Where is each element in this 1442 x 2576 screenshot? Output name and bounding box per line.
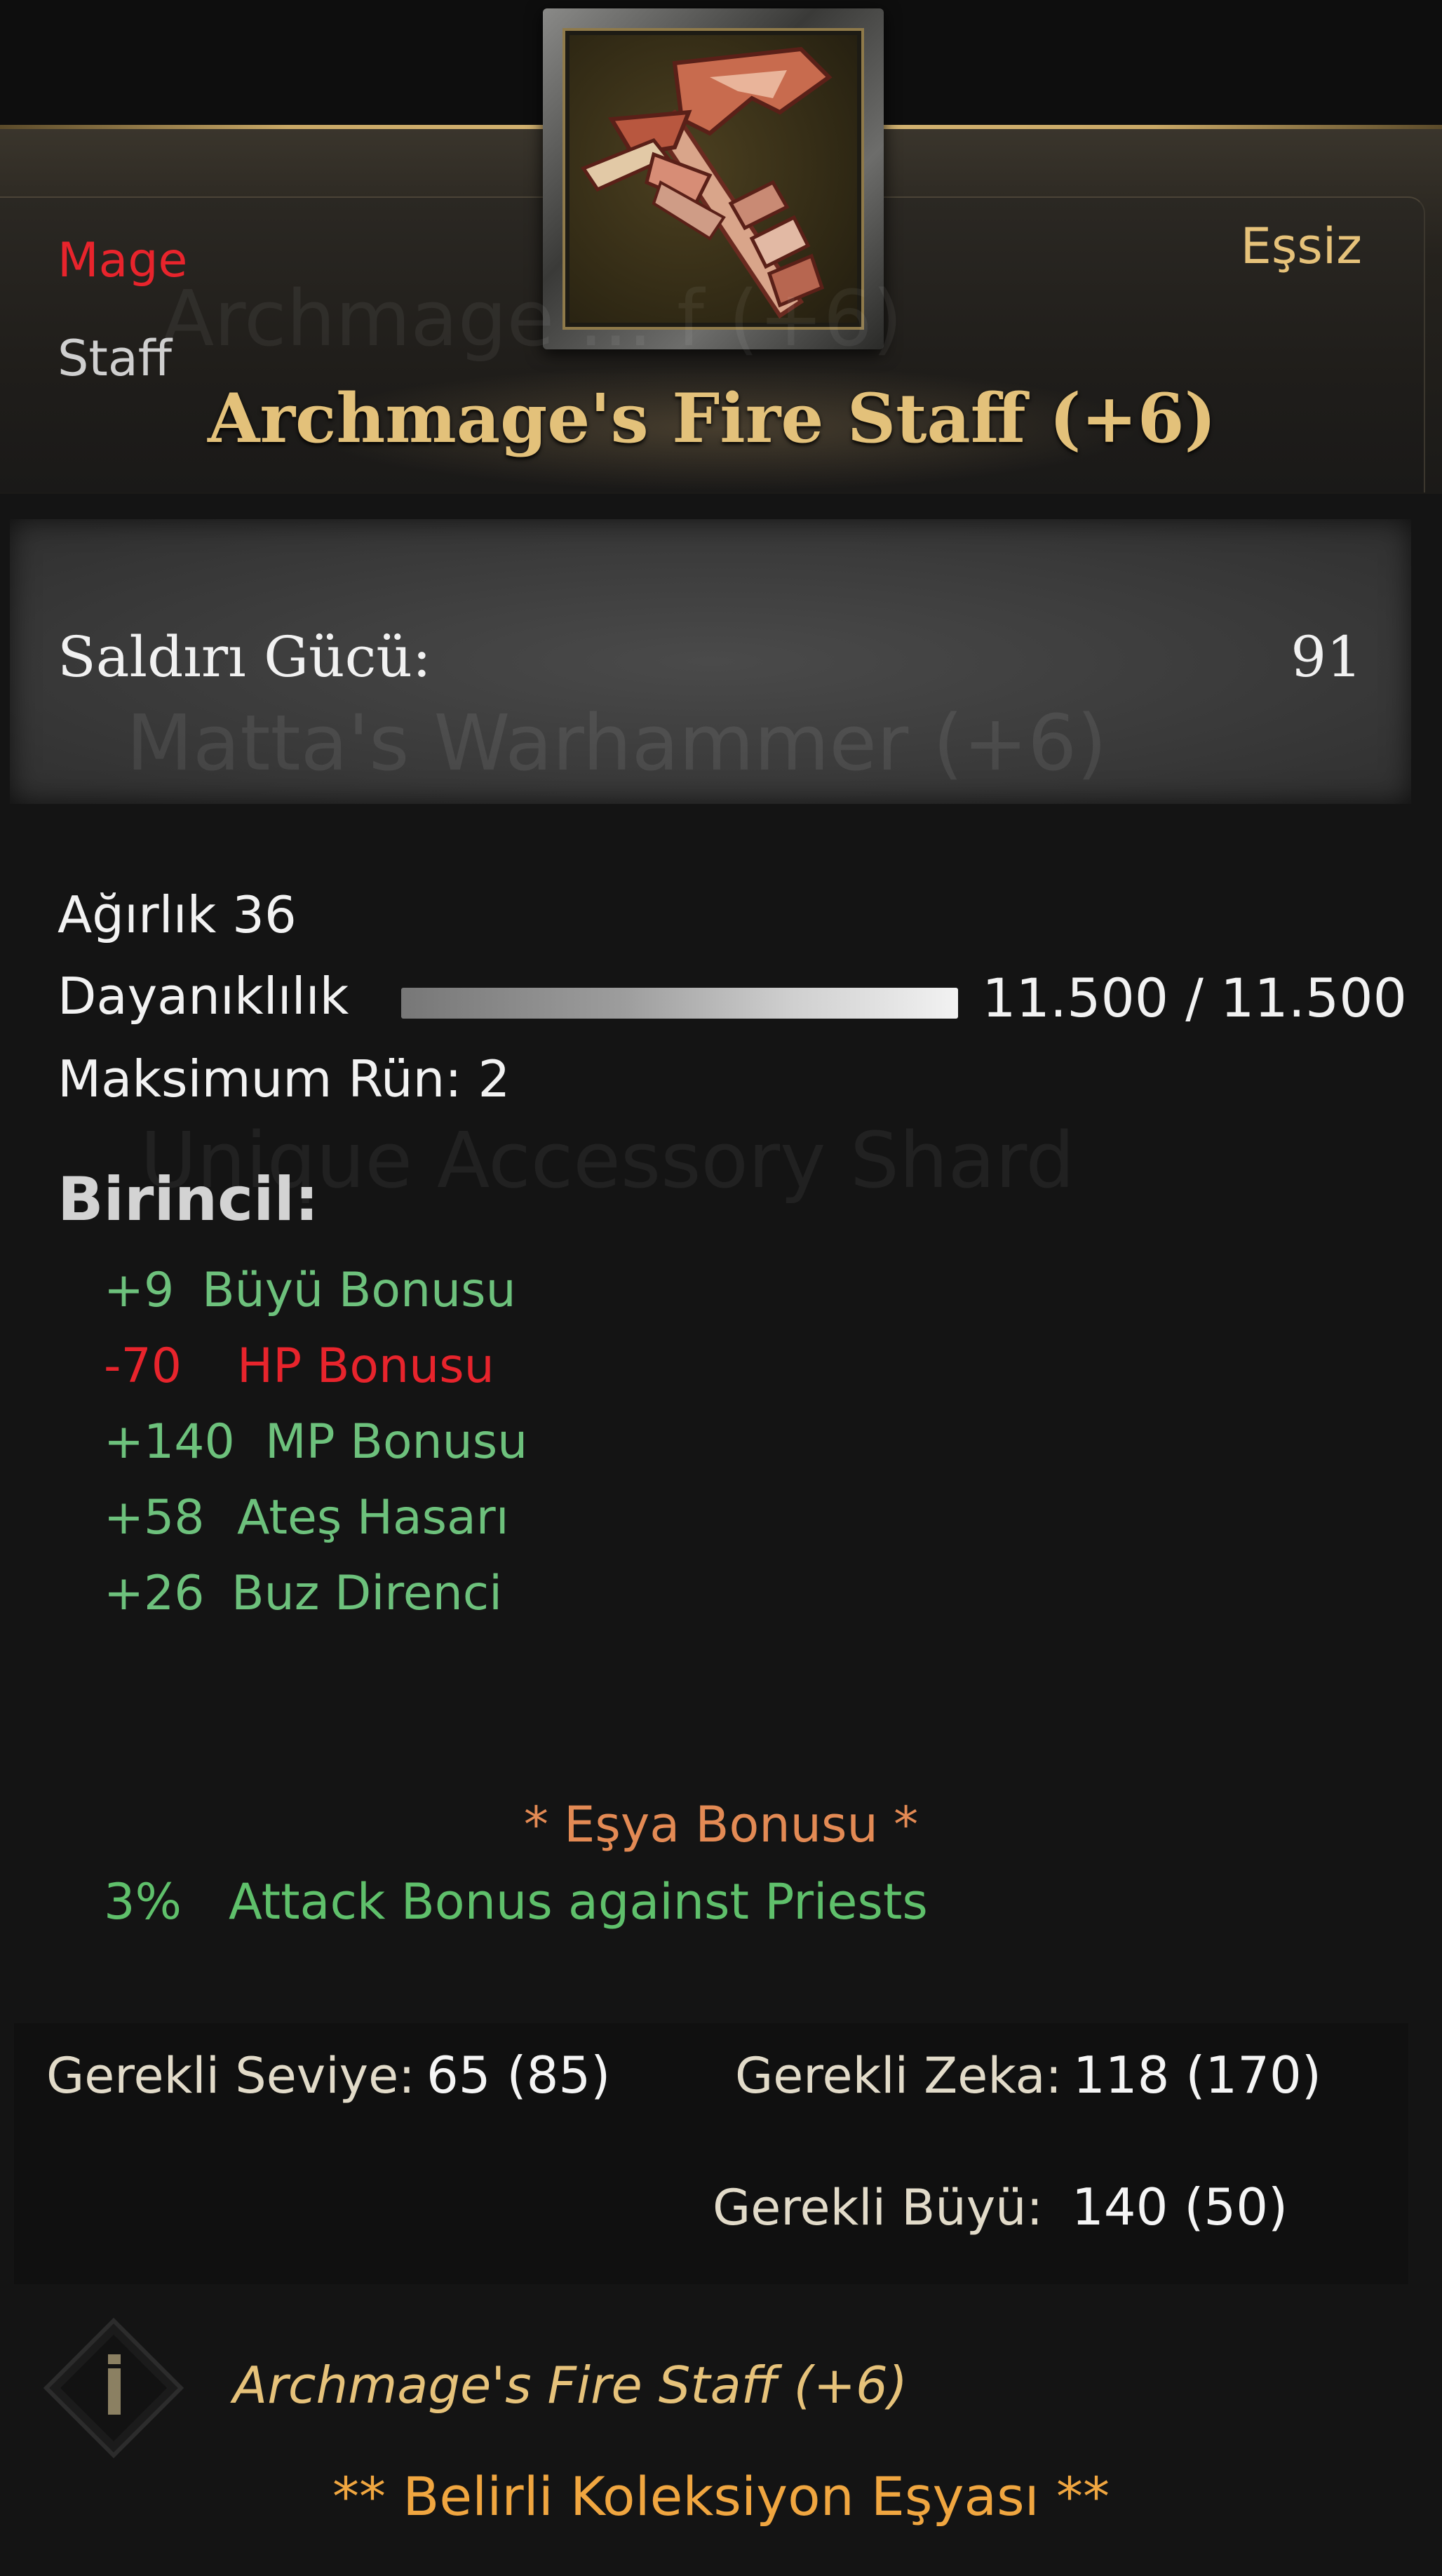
bonus-name: Ateş Hasarı bbox=[237, 1490, 509, 1545]
durability-bar bbox=[401, 988, 958, 1019]
set-bonus-value: 3% bbox=[104, 1873, 182, 1931]
footer-item-name: Archmage's Fire Staff (+6) bbox=[233, 2356, 908, 2415]
bonus-value: +140 bbox=[104, 1414, 235, 1470]
bonus-value: +9 bbox=[104, 1263, 175, 1318]
class-label: Mage bbox=[58, 233, 188, 288]
weight-stat: Ağırlık 36 bbox=[58, 885, 297, 944]
durability-value: 11.500 / 11.500 bbox=[982, 967, 1407, 1029]
ghost-title-watermark: Archmage ... f (+6) bbox=[161, 274, 903, 363]
item-title: Archmage's Fire Staff (+6) bbox=[207, 379, 1217, 458]
collection-label: ** Belirli Koleksiyon Eşyası ** bbox=[332, 2465, 1110, 2528]
required-int-label: Gerekli Zeka: bbox=[735, 2047, 1063, 2105]
bonus-name: Büyü Bonusu bbox=[202, 1263, 516, 1318]
max-rune-stat: Maksimum Rün: 2 bbox=[58, 1049, 511, 1108]
bonus-value: +58 bbox=[104, 1490, 205, 1545]
required-magic-value: 140 (50) bbox=[1072, 2178, 1288, 2236]
primary-heading: Birincil: bbox=[58, 1165, 319, 1235]
required-level-label: Gerekli Seviye: bbox=[46, 2047, 415, 2105]
required-int-value: 118 (170) bbox=[1073, 2046, 1321, 2105]
attack-power-value: 91 bbox=[1291, 624, 1362, 690]
bonus-name: MP Bonusu bbox=[265, 1414, 528, 1470]
durability-label: Dayanıklılık bbox=[58, 967, 349, 1026]
set-bonus-text: Attack Bonus against Priests bbox=[229, 1873, 928, 1931]
bonus-name: Buz Direnci bbox=[231, 1566, 502, 1621]
attack-power-label: Saldırı Gücü: bbox=[58, 624, 431, 690]
required-magic-label: Gerekli Büyü: bbox=[713, 2179, 1044, 2236]
rarity-label: Eşsiz bbox=[1240, 217, 1362, 275]
info-diamond-icon[interactable] bbox=[43, 2317, 184, 2459]
bonus-value: -70 bbox=[104, 1339, 182, 1394]
bonus-value: +26 bbox=[104, 1566, 205, 1621]
bonus-name: HP Bonusu bbox=[237, 1339, 494, 1394]
ghost-subtitle-watermark: Matta's Warhammer (+6) bbox=[126, 698, 1107, 788]
set-bonus-heading: * Eşya Bonusu * bbox=[523, 1796, 919, 1853]
required-level-value: 65 (85) bbox=[426, 2046, 611, 2105]
